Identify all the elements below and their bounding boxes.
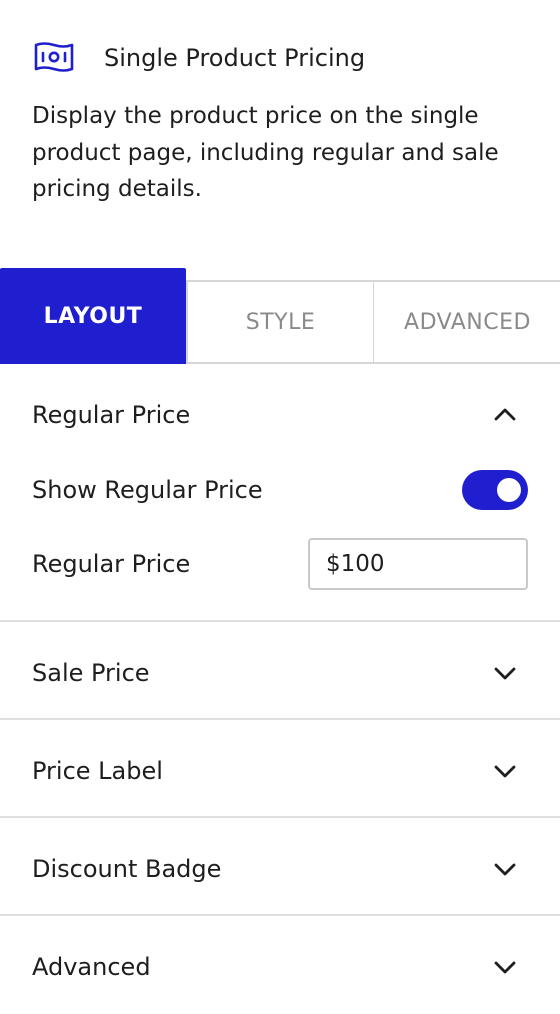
advanced-panel[interactable]: Advanced	[0, 916, 560, 1014]
tab-style[interactable]: STYLE	[186, 280, 374, 364]
panel-title: Discount Badge	[32, 855, 222, 883]
money-bill-icon	[34, 42, 74, 72]
show-regular-price-row: Show Regular Price	[32, 470, 528, 510]
chevron-down-icon	[494, 667, 516, 680]
panel-title: Advanced	[32, 953, 151, 981]
sale-price-panel-toggle[interactable]: Sale Price	[32, 656, 528, 690]
tab-layout[interactable]: LAYOUT	[0, 268, 186, 364]
advanced-panel-toggle[interactable]: Advanced	[32, 950, 528, 984]
discount-badge-panel-toggle[interactable]: Discount Badge	[32, 852, 528, 886]
show-regular-price-label: Show Regular Price	[32, 476, 263, 504]
tab-advanced[interactable]: ADVANCED	[373, 280, 560, 364]
panel-title: Price Label	[32, 757, 163, 785]
regular-price-input[interactable]	[308, 538, 528, 590]
sale-price-panel[interactable]: Sale Price	[0, 622, 560, 720]
regular-price-row: Regular Price	[32, 538, 528, 590]
block-title: Single Product Pricing	[104, 44, 366, 72]
show-regular-price-toggle[interactable]	[462, 470, 528, 510]
toggle-knob	[497, 478, 521, 502]
price-label-panel-toggle[interactable]: Price Label	[32, 754, 528, 788]
panel-title: Regular Price	[32, 401, 191, 429]
regular-price-panel: Regular Price Show Regular Price Regular…	[0, 364, 560, 622]
settings-tabs: LAYOUT STYLE ADVANCED	[0, 268, 560, 364]
chevron-down-icon	[494, 863, 516, 876]
chevron-down-icon	[494, 961, 516, 974]
price-label-panel[interactable]: Price Label	[0, 720, 560, 818]
chevron-down-icon	[494, 765, 516, 778]
discount-badge-panel[interactable]: Discount Badge	[0, 818, 560, 916]
block-description: Display the product price on the single …	[32, 103, 499, 202]
regular-price-panel-toggle[interactable]: Regular Price	[32, 398, 528, 432]
panel-title: Sale Price	[32, 659, 150, 687]
chevron-up-icon	[494, 408, 516, 421]
block-header: Single Product Pricing	[32, 38, 532, 78]
regular-price-label: Regular Price	[32, 550, 191, 578]
